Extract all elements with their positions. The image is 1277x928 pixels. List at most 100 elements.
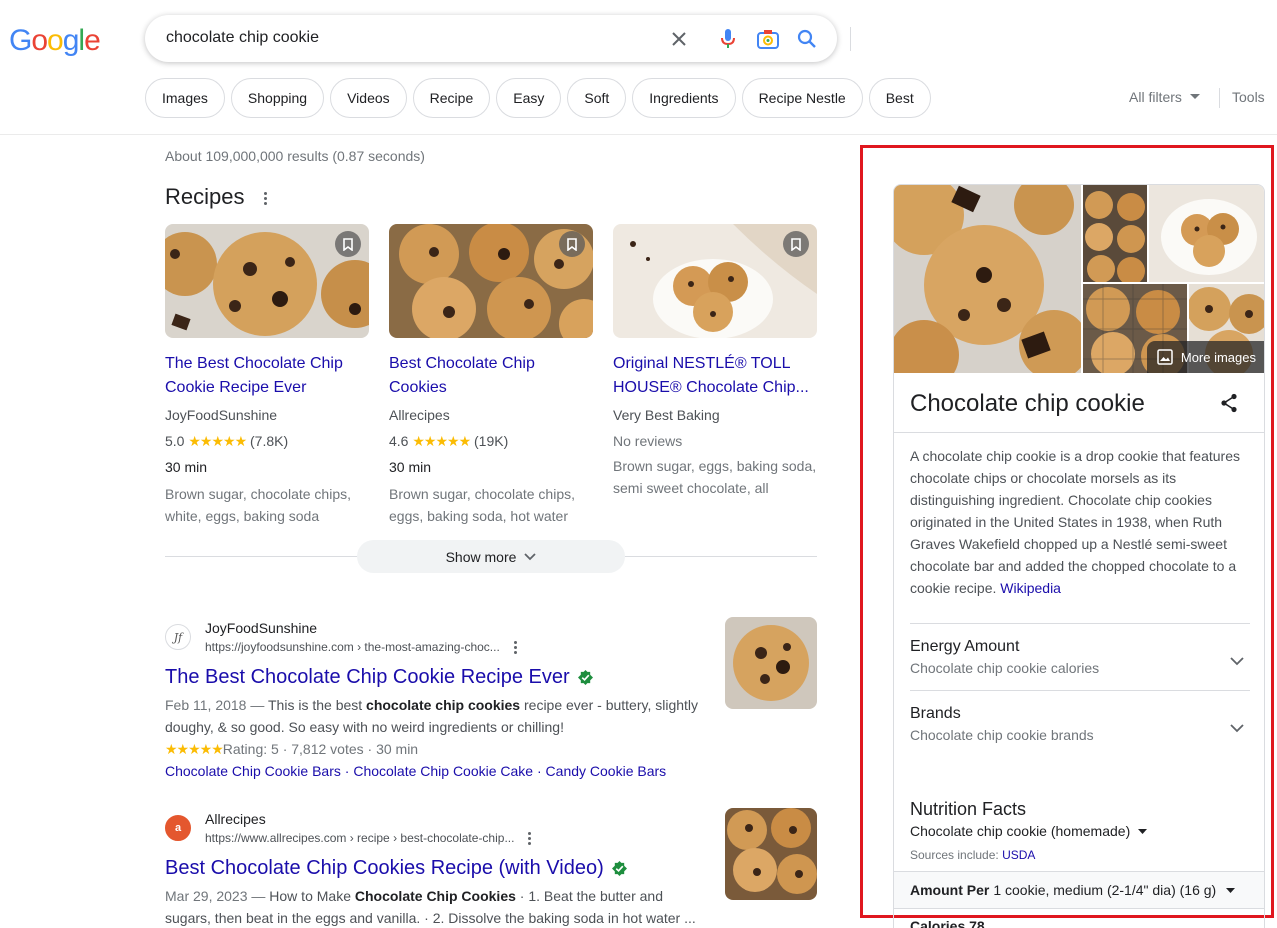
chip-best[interactable]: Best xyxy=(868,78,931,118)
logo-letter: G xyxy=(9,24,32,57)
bookmark-icon[interactable] xyxy=(335,231,361,257)
verified-icon xyxy=(611,860,627,876)
sitelink[interactable]: Chocolate Chip Cookie Bars xyxy=(165,763,341,779)
site-url: https://www.allrecipes.com › recipe › be… xyxy=(205,829,532,847)
nutrition-serving-dropdown[interactable]: Chocolate chip cookie (homemade) xyxy=(910,823,1148,839)
bookmark-icon[interactable] xyxy=(783,231,809,257)
chevron-down-icon xyxy=(524,552,537,560)
result-title-text: Best Chocolate Chip Cookies Recipe (with… xyxy=(165,857,604,879)
star-rating-icon: ★★★★★ xyxy=(188,433,247,449)
logo-letter: o xyxy=(47,24,64,57)
rating-count: (7.8K) xyxy=(250,433,289,449)
recipe-card[interactable]: The Best Chocolate Chip Cookie Recipe Ev… xyxy=(165,224,369,527)
rating-value: 4.6 xyxy=(389,433,409,449)
kp-image-thumb[interactable] xyxy=(1149,185,1264,282)
result-snippet: Mar 29, 2023 — How to Make Chocolate Chi… xyxy=(165,885,710,928)
nutrition-amount-dropdown[interactable]: Amount Per 1 cookie, medium (2-1/4" dia)… xyxy=(894,871,1264,909)
chip-images[interactable]: Images xyxy=(145,78,225,118)
caret-down-icon xyxy=(1138,828,1148,834)
microphone-icon[interactable] xyxy=(716,27,740,51)
header-divider xyxy=(0,134,1277,135)
clear-icon[interactable] xyxy=(667,27,691,51)
recipe-thumbnail[interactable] xyxy=(165,224,369,338)
search-input[interactable]: chocolate chip cookie xyxy=(166,29,319,47)
result-site[interactable]: a Allrecipes https://www.allrecipes.com … xyxy=(165,809,710,847)
kp-description-text: A chocolate chip cookie is a drop cookie… xyxy=(910,448,1240,596)
sitelink[interactable]: Chocolate Chip Cookie Cake xyxy=(353,763,533,779)
recipe-source: Allrecipes xyxy=(389,407,450,423)
recipe-card[interactable]: Original NESTLÉ® TOLL HOUSE® Chocolate C… xyxy=(613,224,817,499)
kp-divider xyxy=(910,690,1250,691)
more-options-icon[interactable] xyxy=(264,192,268,205)
chevron-down-icon[interactable] xyxy=(1230,657,1244,666)
result-site[interactable]: Jf JoyFoodSunshine https://joyfoodsunshi… xyxy=(165,618,710,656)
chip-ingredients[interactable]: Ingredients xyxy=(632,78,736,118)
logo-letter: g xyxy=(62,24,80,57)
tools-button[interactable]: Tools xyxy=(1232,89,1265,105)
chip-shopping[interactable]: Shopping xyxy=(230,78,325,118)
result-snippet: Feb 11, 2018 — This is the best chocolat… xyxy=(165,694,710,738)
kp-image-collage[interactable]: More images xyxy=(894,185,1264,373)
site-name: Allrecipes xyxy=(205,811,266,827)
all-filters-button[interactable]: All filters xyxy=(1129,89,1200,105)
result-thumbnail[interactable] xyxy=(725,617,817,709)
recipe-title[interactable]: The Best Chocolate Chip Cookie Recipe Ev… xyxy=(165,352,369,400)
caret-down-icon xyxy=(1189,94,1200,99)
kp-divider xyxy=(910,623,1250,624)
chip-videos[interactable]: Videos xyxy=(330,78,407,118)
rating-value: 5.0 xyxy=(165,433,185,449)
recipe-thumbnail[interactable] xyxy=(389,224,593,338)
recipe-source: JoyFoodSunshine xyxy=(165,407,278,423)
site-url-text: https://www.allrecipes.com › recipe › be… xyxy=(205,831,515,845)
recipe-title[interactable]: Original NESTLÉ® TOLL HOUSE® Chocolate C… xyxy=(613,352,817,400)
search-icon[interactable] xyxy=(795,27,819,51)
kp-header: Chocolate chip cookie xyxy=(894,373,1264,433)
wikipedia-link[interactable]: Wikipedia xyxy=(1000,580,1061,596)
searchbox-divider xyxy=(850,27,851,51)
site-url: https://joyfoodsunshine.com › the-most-a… xyxy=(205,638,518,656)
kp-description: A chocolate chip cookie is a drop cookie… xyxy=(910,445,1250,599)
site-url-text: https://joyfoodsunshine.com › the-most-a… xyxy=(205,640,500,654)
recipe-thumbnail[interactable] xyxy=(613,224,817,338)
result-title[interactable]: Best Chocolate Chip Cookies Recipe (with… xyxy=(165,855,710,881)
kp-image-main[interactable] xyxy=(894,185,1081,373)
show-more-label: Show more xyxy=(445,548,517,565)
kp-row-subtitle: Chocolate chip cookie calories xyxy=(910,660,1100,676)
more-images-button[interactable]: More images xyxy=(1146,341,1264,373)
chip-recipe-nestle[interactable]: Recipe Nestle xyxy=(741,78,863,118)
rating-count: (19K) xyxy=(474,433,509,449)
recipe-time: 30 min xyxy=(389,459,432,475)
bookmark-icon[interactable] xyxy=(559,231,585,257)
kp-image-thumb[interactable] xyxy=(1083,185,1147,282)
search-box[interactable]: chocolate chip cookie xyxy=(145,15,851,62)
kp-row-energy[interactable]: Energy Amount Chocolate chip cookie calo… xyxy=(910,637,1250,703)
snippet-text: This is the best xyxy=(268,697,367,713)
camera-lens-icon[interactable] xyxy=(756,27,780,51)
recipes-heading: Recipes xyxy=(165,184,245,209)
kp-row-brands[interactable]: Brands Chocolate chip cookie brands xyxy=(910,704,1250,770)
recipe-title[interactable]: Best Chocolate Chip Cookies xyxy=(389,352,593,400)
chip-recipe[interactable]: Recipe xyxy=(412,78,491,118)
recipe-time: 30 min xyxy=(165,459,208,475)
chevron-down-icon[interactable] xyxy=(1230,724,1244,733)
recipe-card[interactable]: Best Chocolate Chip Cookies Allrecipes 4… xyxy=(389,224,593,527)
site-name: JoyFoodSunshine xyxy=(205,620,318,636)
chip-soft[interactable]: Soft xyxy=(567,78,627,118)
result-thumbnail[interactable] xyxy=(725,808,817,900)
google-logo[interactable]: Google xyxy=(9,24,101,58)
more-options-icon[interactable] xyxy=(513,640,518,654)
usda-link[interactable]: USDA xyxy=(1002,848,1035,862)
sitelinks: Chocolate Chip Cookie Bars · Chocolate C… xyxy=(165,763,667,779)
image-icon xyxy=(1157,349,1173,365)
show-more-button[interactable]: Show more xyxy=(357,540,625,573)
more-options-icon[interactable] xyxy=(528,831,532,845)
tools-divider xyxy=(1219,88,1220,108)
chip-easy[interactable]: Easy xyxy=(496,78,562,118)
sitelink[interactable]: Candy Cookie Bars xyxy=(546,763,667,779)
filter-chips: Images Shopping Videos Recipe Easy Soft … xyxy=(145,78,931,118)
result-title[interactable]: The Best Chocolate Chip Cookie Recipe Ev… xyxy=(165,664,710,690)
share-icon[interactable] xyxy=(1220,393,1238,413)
nutrition-sources: Sources include: USDA xyxy=(910,848,1035,862)
recipe-ingredients: Brown sugar, chocolate chips, white, egg… xyxy=(165,486,351,524)
result-stats: About 109,000,000 results (0.87 seconds) xyxy=(165,148,425,164)
